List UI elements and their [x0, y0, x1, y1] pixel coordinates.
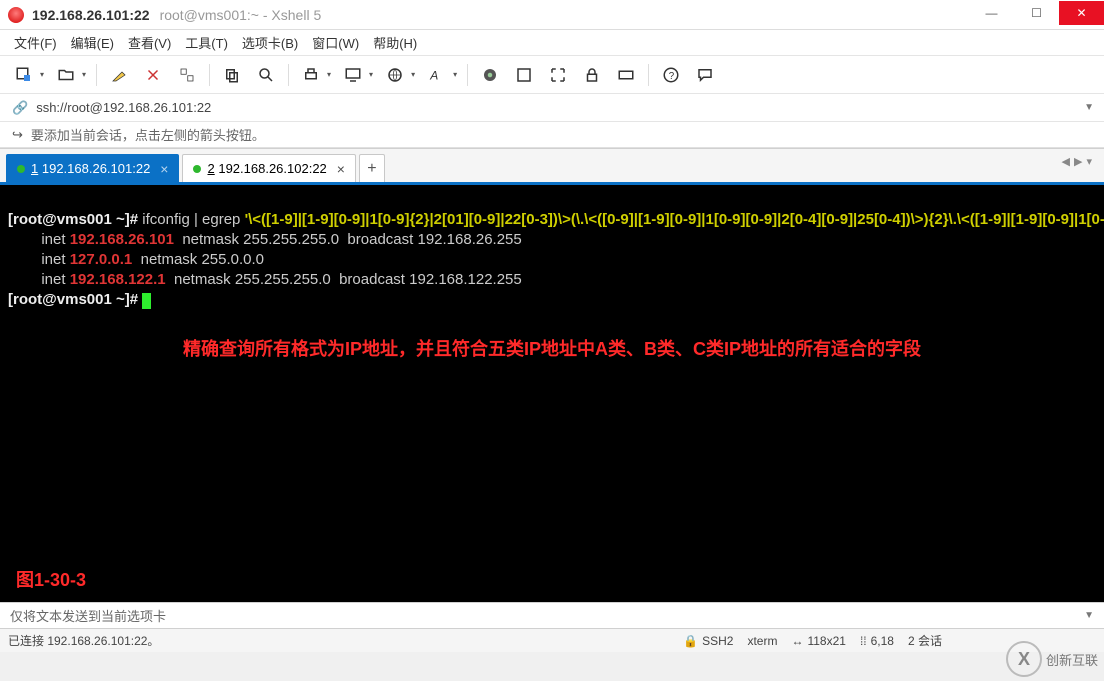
cmd-regex: '\<([1-9]|[1-9][0-9]|1[0-9]{2}|2[01][0-9…: [245, 211, 1104, 228]
status-proto: SSH2: [702, 634, 733, 648]
menu-file[interactable]: 文件(F): [14, 33, 57, 52]
tab-nav: ◀ ▶ ▾: [1062, 155, 1092, 168]
title-host: 192.168.26.101:22: [32, 7, 150, 23]
menu-edit[interactable]: 编辑(E): [71, 33, 114, 52]
add-session-arrow-icon[interactable]: ↪: [12, 127, 23, 143]
status-dot-icon: [193, 165, 201, 173]
terminal[interactable]: [root@vms001 ~]# ifconfig | egrep '\<([1…: [0, 182, 1104, 602]
tab1-close-icon[interactable]: ×: [160, 161, 168, 177]
tab2-close-icon[interactable]: ×: [337, 161, 345, 177]
send-bar[interactable]: 仅将文本发送到当前选项卡 ▼: [0, 602, 1104, 628]
tab-add-button[interactable]: +: [359, 154, 385, 182]
copy-icon[interactable]: [218, 61, 246, 89]
tab2-num: 2: [207, 161, 214, 176]
chat-icon[interactable]: [691, 61, 719, 89]
keyboard-icon[interactable]: [612, 61, 640, 89]
address-text: ssh://root@192.168.26.101:22: [36, 100, 211, 115]
tab-menu-icon[interactable]: ▾: [1086, 155, 1092, 168]
font-icon[interactable]: A: [423, 61, 451, 89]
send-bar-dropdown-icon[interactable]: ▼: [1084, 610, 1094, 621]
status-sessions: 2 会话: [908, 632, 942, 649]
status-pos: 6,18: [871, 634, 894, 648]
globe-icon[interactable]: [381, 61, 409, 89]
tip-bar: ↪ 要添加当前会话，点击左侧的箭头按钮。: [0, 122, 1104, 148]
titlebar: 192.168.26.101:22 root@vms001:~ - Xshell…: [0, 0, 1104, 30]
resize-icon: ↔: [791, 634, 803, 648]
cmd-head: ifconfig | egrep: [142, 211, 244, 228]
status-lock-icon: 🔒: [683, 634, 698, 648]
svg-text:?: ?: [669, 70, 675, 81]
tab2-label: 192.168.26.102:22: [218, 161, 326, 176]
tab-prev-icon[interactable]: ◀: [1062, 155, 1070, 168]
help-icon[interactable]: ?: [657, 61, 685, 89]
cursor: [142, 293, 151, 309]
prompt: [root@vms001 ~]#: [8, 211, 142, 228]
tab1-label: 192.168.26.101:22: [42, 161, 150, 176]
new-session-icon[interactable]: [10, 61, 38, 89]
link-icon: 🔗: [12, 100, 28, 116]
menu-view[interactable]: 查看(V): [128, 33, 171, 52]
menu-tools[interactable]: 工具(T): [185, 33, 228, 52]
menu-help[interactable]: 帮助(H): [373, 33, 417, 52]
out-l2-ip: 127.0.0.1: [70, 251, 133, 268]
tab-strip: 1 192.168.26.101:22 × 2 192.168.26.102:2…: [0, 148, 1104, 182]
terminal-caption: 精确查询所有格式为IP地址，并且符合五类IP地址中A类、B类、C类IP地址的所有…: [8, 340, 1096, 359]
address-bar[interactable]: 🔗 ssh://root@192.168.26.101:22 ▼: [0, 94, 1104, 122]
status-size: 118x21: [807, 634, 845, 648]
menu-window[interactable]: 窗口(W): [312, 33, 359, 52]
watermark-logo: X 创新互联: [1006, 641, 1098, 677]
out-l3a: inet: [8, 271, 70, 288]
tab1-num: 1: [31, 161, 38, 176]
out-l2b: netmask 255.0.0.0: [132, 251, 264, 268]
app-icon: [8, 7, 24, 23]
out-l2a: inet: [8, 251, 70, 268]
script-icon[interactable]: [510, 61, 538, 89]
color-icon[interactable]: [476, 61, 504, 89]
position-icon: ⁞⁞: [860, 634, 867, 648]
address-dropdown-icon[interactable]: ▼: [1084, 102, 1094, 113]
svg-text:A: A: [429, 68, 438, 82]
logo-icon: X: [1006, 641, 1042, 677]
transfer-icon[interactable]: [339, 61, 367, 89]
send-bar-text: 仅将文本发送到当前选项卡: [10, 606, 166, 625]
tab-session-1[interactable]: 1 192.168.26.101:22 ×: [6, 154, 179, 182]
menu-tabs[interactable]: 选项卡(B): [242, 33, 298, 52]
prompt2: [root@vms001 ~]#: [8, 291, 142, 308]
status-dot-icon: [17, 165, 25, 173]
out-l3-ip: 192.168.122.1: [70, 271, 166, 288]
tip-text: 要添加当前会话，点击左侧的箭头按钮。: [31, 125, 265, 144]
toolbar: ▾ ▾ ▾ ▾ ▾ A▾ ?: [0, 56, 1104, 94]
maximize-button[interactable]: ☐: [1014, 1, 1059, 25]
tab-session-2[interactable]: 2 192.168.26.102:22 ×: [182, 154, 355, 182]
title-sub: root@vms001:~ - Xshell 5: [160, 7, 322, 23]
out-l1-ip: 192.168.26.101: [70, 231, 174, 248]
lock-icon[interactable]: [578, 61, 606, 89]
close-button[interactable]: ✕: [1059, 1, 1104, 25]
properties-icon[interactable]: [105, 61, 133, 89]
print-icon[interactable]: [297, 61, 325, 89]
open-icon[interactable]: [52, 61, 80, 89]
status-term: xterm: [747, 634, 777, 648]
logo-text: 创新互联: [1046, 650, 1098, 669]
out-l1b: netmask 255.255.255.0 broadcast 192.168.…: [174, 231, 522, 248]
out-l3b: netmask 255.255.255.0 broadcast 192.168.…: [166, 271, 522, 288]
status-bar: 已连接 192.168.26.101:22。 🔒 SSH2 xterm ↔ 118x…: [0, 628, 1104, 652]
out-l1a: inet: [8, 231, 70, 248]
fullscreen-icon[interactable]: [544, 61, 572, 89]
search-icon[interactable]: [252, 61, 280, 89]
status-connection: 已连接 192.168.26.101:22。: [8, 632, 159, 649]
figure-label: 图1-30-3: [16, 566, 86, 592]
tab-next-icon[interactable]: ▶: [1074, 155, 1082, 168]
disconnect-icon[interactable]: [173, 61, 201, 89]
reconnect-icon[interactable]: [139, 61, 167, 89]
menubar: 文件(F) 编辑(E) 查看(V) 工具(T) 选项卡(B) 窗口(W) 帮助(…: [0, 30, 1104, 56]
minimize-button[interactable]: —: [969, 1, 1014, 25]
